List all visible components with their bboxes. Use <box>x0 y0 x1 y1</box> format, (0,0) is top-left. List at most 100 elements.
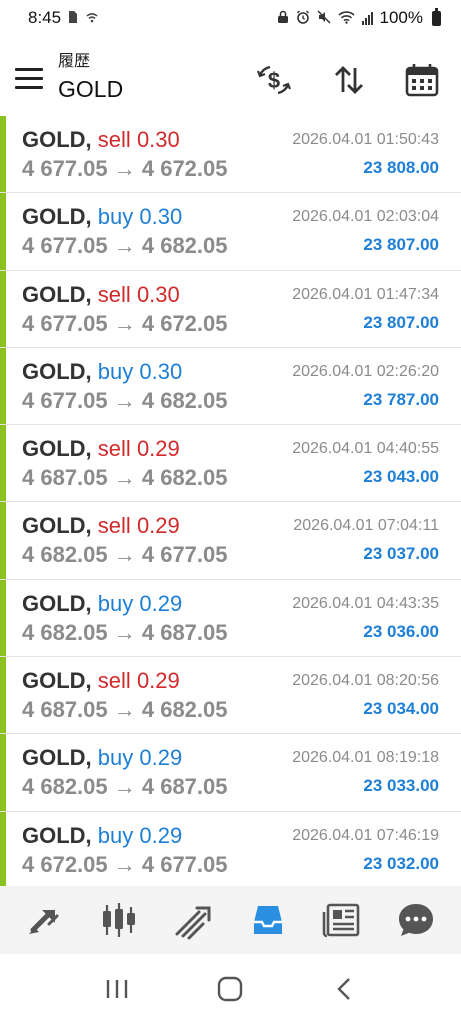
trade-volume: 0.29 <box>139 590 183 616</box>
row-accent-bar <box>0 270 6 347</box>
trade-profit: 23 036.00 <box>363 621 439 641</box>
trade-profit: 23 807.00 <box>363 235 439 255</box>
trade-symbol: GOLD, <box>22 745 92 771</box>
trade-volume: 0.29 <box>136 436 180 462</box>
trade-title: GOLD, sell 0.30 <box>22 282 180 308</box>
trade-symbol: GOLD, <box>22 668 92 694</box>
nav-trade-arrows[interactable] <box>21 896 69 944</box>
trade-volume: 0.30 <box>139 358 183 384</box>
trade-prices: 4 677.05 → 4 682.05 <box>22 387 228 413</box>
trade-time: 2026.04.01 04:43:35 <box>292 594 439 612</box>
trade-volume: 0.29 <box>136 668 180 694</box>
status-right: 100% <box>277 7 441 28</box>
trade-prices: 4 672.05 → 4 677.05 <box>22 851 228 877</box>
wifi-call-icon <box>85 10 99 26</box>
trade-row[interactable]: GOLD, sell 0.29 4 682.05 → 4 677.05 2026… <box>0 502 461 580</box>
trade-prices: 4 682.05 → 4 687.05 <box>22 619 228 645</box>
trade-symbol: GOLD, <box>22 204 92 230</box>
trade-symbol: GOLD, <box>22 358 92 384</box>
nav-history[interactable] <box>244 896 292 944</box>
currency-exchange-button[interactable]: $ <box>254 60 294 100</box>
trade-row[interactable]: GOLD, buy 0.29 4 682.05 → 4 687.05 2026.… <box>0 579 461 658</box>
nav-chat[interactable] <box>392 896 440 944</box>
trade-row[interactable]: GOLD, buy 0.29 4 672.05 → 4 677.05 2026.… <box>0 811 461 889</box>
trade-side: buy <box>97 745 134 771</box>
trade-arrows-icon <box>29 910 59 934</box>
trade-volume: 0.29 <box>136 513 180 539</box>
row-accent-bar <box>0 502 6 579</box>
trade-row[interactable]: GOLD, sell 0.29 4 687.05 → 4 682.05 2026… <box>0 425 461 503</box>
trade-volume: 0.30 <box>136 281 180 307</box>
currency-exchange-icon: $ <box>256 65 292 95</box>
trade-side: buy <box>97 590 134 616</box>
trade-profit: 23 787.00 <box>363 389 439 409</box>
trade-row[interactable]: GOLD, buy 0.30 4 677.05 → 4 682.05 2026.… <box>0 193 461 271</box>
trade-history-list: GOLD, sell 0.30 4 677.05 → 4 672.05 2026… <box>0 116 461 889</box>
trade-lines-icon <box>175 906 211 940</box>
news-icon <box>322 903 360 938</box>
trade-side: buy <box>97 822 134 848</box>
trade-row[interactable]: GOLD, sell 0.30 4 677.05 → 4 672.05 2026… <box>0 270 461 348</box>
trade-volume: 0.29 <box>139 822 183 848</box>
calendar-button[interactable] <box>402 60 442 100</box>
nav-quotes-chart[interactable] <box>95 896 143 944</box>
recent-apps-button[interactable] <box>97 969 137 1009</box>
bottom-navigation <box>0 886 461 954</box>
calendar-icon <box>405 64 439 97</box>
trade-profit: 23 034.00 <box>363 699 439 719</box>
menu-icon[interactable] <box>15 68 43 90</box>
trade-volume: 0.29 <box>139 745 183 771</box>
candlestick-chart-icon <box>103 903 136 937</box>
trade-time: 2026.04.01 02:03:04 <box>292 208 439 226</box>
wifi-icon <box>337 10 355 26</box>
home-button[interactable] <box>210 969 250 1009</box>
trade-profit: 23 808.00 <box>363 158 439 177</box>
trade-side: buy <box>97 204 134 230</box>
trade-row[interactable]: GOLD, sell 0.29 4 687.05 → 4 682.05 2026… <box>0 657 461 735</box>
sort-arrows-icon <box>335 66 363 94</box>
trade-profit: 23 807.00 <box>363 312 439 332</box>
trade-title: GOLD, sell 0.30 <box>22 127 180 153</box>
status-left: 8:45 <box>28 8 99 28</box>
trade-side: buy <box>97 358 134 384</box>
trade-time: 2026.04.01 01:50:43 <box>292 131 439 148</box>
signal-icon <box>361 11 373 25</box>
trade-row[interactable]: GOLD, buy 0.30 4 677.05 → 4 682.05 2026.… <box>0 347 461 426</box>
trade-profit: 23 032.00 <box>363 853 439 873</box>
trade-prices: 4 687.05 → 4 682.05 <box>22 697 228 723</box>
trade-symbol: GOLD, <box>22 513 92 539</box>
trade-title: GOLD, buy 0.30 <box>22 204 182 230</box>
row-accent-bar <box>0 193 6 270</box>
trade-volume: 0.30 <box>139 204 183 230</box>
row-accent-bar <box>0 657 6 734</box>
trade-side: sell <box>97 668 131 694</box>
trade-side: sell <box>97 127 131 152</box>
inbox-history-icon <box>253 906 282 934</box>
back-button[interactable] <box>324 969 364 1009</box>
app-header: 履歴 GOLD $ <box>0 40 461 116</box>
trade-prices: 4 677.05 → 4 672.05 <box>22 310 228 336</box>
trade-time: 2026.04.01 08:19:18 <box>292 749 439 767</box>
home-icon <box>218 976 243 1002</box>
sort-button[interactable] <box>329 60 369 100</box>
back-chevron-icon <box>337 978 350 1000</box>
trade-row[interactable]: GOLD, sell 0.30 4 677.05 → 4 672.05 2026… <box>0 116 461 194</box>
svg-text:$: $ <box>268 68 280 93</box>
trade-row[interactable]: GOLD, buy 0.29 4 682.05 → 4 687.05 2026.… <box>0 734 461 812</box>
row-accent-bar <box>0 425 6 502</box>
trade-side: sell <box>97 281 131 307</box>
trade-title: GOLD, buy 0.29 <box>22 591 182 617</box>
trade-title: GOLD, buy 0.30 <box>22 359 182 385</box>
trade-symbol: GOLD, <box>22 281 92 307</box>
trade-time: 2026.04.01 07:04:11 <box>293 517 439 535</box>
trade-profit: 23 037.00 <box>363 544 439 564</box>
trade-side: sell <box>97 436 131 462</box>
nav-trade[interactable] <box>169 896 217 944</box>
battery-icon <box>432 7 441 26</box>
trade-time: 2026.04.01 01:47:34 <box>292 285 439 303</box>
trade-prices: 4 687.05 → 4 682.05 <box>22 465 228 491</box>
trade-title: GOLD, sell 0.29 <box>22 436 180 462</box>
nav-news[interactable] <box>318 896 366 944</box>
trade-prices: 4 677.05 → 4 682.05 <box>22 233 228 259</box>
row-accent-bar <box>0 579 6 657</box>
